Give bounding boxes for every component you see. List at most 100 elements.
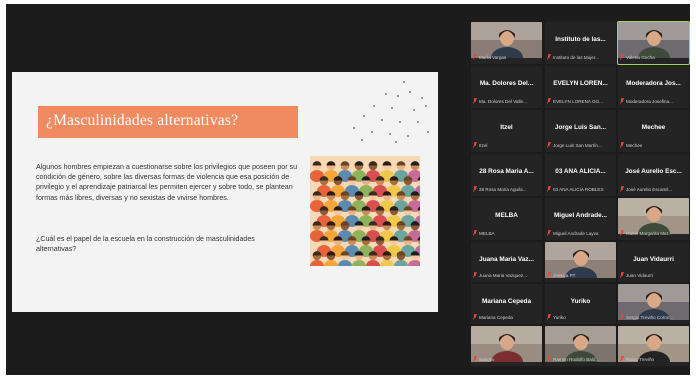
participant-gallery: María Vargas Instituto de las... Instituto…: [462, 20, 690, 366]
muted-mic-icon: [620, 98, 624, 104]
participant-name-text: José Aurelio Escamil...: [626, 187, 673, 192]
decorative-dot: [425, 105, 427, 107]
slide-body-text: Algunos hombres empiezan a cuestionarse …: [36, 163, 298, 202]
participant-name-text: Miguel Andrade Layva: [553, 231, 599, 236]
participant-tile[interactable]: Jessica PT: [545, 242, 616, 282]
decorative-dot: [397, 95, 399, 97]
participant-name-text: Yuriko: [553, 315, 566, 320]
participant-tile[interactable]: Valeria Gocha: [617, 21, 690, 65]
muted-mic-icon: [620, 356, 624, 362]
participant-name-text: Rocio Treviño: [626, 357, 655, 362]
participant-name-label: Mariana Cepeda: [473, 314, 540, 322]
decorative-dot: [373, 105, 375, 107]
muted-mic-icon: [547, 230, 551, 236]
participant-display-name: Yuriko: [570, 298, 591, 305]
participant-name-label: Ramón Rodolfo Bald...: [547, 356, 614, 364]
muted-mic-icon: [473, 314, 477, 320]
shared-slide: ¿Masculinidades alternativas? Algunos ho…: [12, 72, 438, 312]
participant-display-name: Juan Vidaurri: [633, 256, 674, 263]
participant-tile[interactable]: 03 ANA ALICIA... 03 ANA ALICIA ROBLES: [545, 154, 616, 196]
participant-name-text: MELBA: [479, 231, 495, 236]
participant-display-name: MELBA: [495, 212, 518, 219]
participant-name-text: Sandra: [479, 357, 494, 362]
participant-tile[interactable]: EVELYN LOREN... EVELYN LORENA GO...: [545, 66, 616, 108]
decorative-dot: [389, 133, 391, 135]
participant-video-feed: [618, 22, 689, 58]
participant-name-text: Mechee: [626, 143, 643, 148]
muted-mic-icon: [473, 230, 477, 236]
slide-title-band: ¿Masculinidades alternativas?: [38, 106, 298, 138]
participant-name-label: Jorge Luis San Martín...: [547, 142, 614, 150]
participant-tile[interactable]: Instituto de las... Instituto de las Muje…: [545, 22, 616, 64]
participant-name-label: Jessica PT: [547, 272, 614, 280]
muted-mic-icon: [620, 272, 624, 278]
muted-mic-icon: [547, 272, 551, 278]
participant-name-label: Yuriko: [547, 314, 614, 322]
participant-name-text: Juan Vidaurri: [626, 273, 653, 278]
participant-tile[interactable]: Itzel Itzel: [471, 110, 542, 152]
decorative-dot: [381, 119, 383, 121]
muted-mic-icon: [473, 186, 477, 192]
participant-name-text: Ma. Dolores Del Valle...: [479, 99, 527, 104]
participant-tile[interactable]: José Aurelio Esc... José Aurelio Escamil.…: [618, 154, 689, 196]
participant-name-text: Ramón Rodolfo Bald...: [553, 357, 600, 362]
participant-name-text: EVELYN LORENA GO...: [553, 99, 603, 104]
participant-tile[interactable]: MELBA MELBA: [471, 198, 542, 240]
participant-tile[interactable]: Rocio Treviño: [618, 326, 689, 366]
participant-name-label: Miguel Andrade Layva: [547, 230, 614, 238]
participant-name-label: Rocio Treviño: [620, 356, 687, 364]
participant-display-name: Itzel: [500, 124, 513, 131]
participant-tile[interactable]: María Vargas: [471, 22, 542, 64]
muted-mic-icon: [547, 54, 551, 60]
participant-name-text: Jessica PT: [553, 273, 576, 278]
muted-mic-icon: [473, 54, 477, 60]
participant-display-name: EVELYN LOREN...: [553, 80, 608, 87]
participant-tile[interactable]: Miguel Andrade... Miguel Andrade Layva: [545, 198, 616, 240]
participant-name-text: María Vargas: [479, 55, 507, 60]
decorative-dot: [413, 109, 415, 111]
muted-mic-icon: [547, 142, 551, 148]
participant-name-text: 28 Rosa Maria Aguila...: [479, 187, 527, 192]
participant-name-text: Itzel: [479, 143, 488, 148]
participant-tile[interactable]: Sergio Treviño Coron...: [618, 284, 689, 324]
participant-tile[interactable]: 28 Rosa Maria A... 28 Rosa Maria Aguila..…: [471, 154, 542, 196]
crowd-illustration: [310, 156, 420, 266]
participant-tile[interactable]: Jorge Luis San... Jorge Luis San Martín..…: [545, 110, 616, 152]
participant-display-name: Jorge Luis San...: [554, 124, 607, 131]
participant-display-name: Miguel Andrade...: [553, 212, 608, 219]
muted-mic-icon: [547, 356, 551, 362]
participant-tile[interactable]: Ma. Dolores Del... Ma. Dolores Del Valle.…: [471, 66, 542, 108]
participant-name-text: Isabel Margarita Mat...: [626, 231, 672, 236]
muted-mic-icon: [620, 314, 624, 320]
participant-tile[interactable]: Mechee Mechee: [618, 110, 689, 152]
participant-tile[interactable]: Yuriko Yuriko: [545, 284, 616, 324]
slide-question-text: ¿Cuál es el papel de la escuela en la co…: [36, 235, 255, 254]
participant-name-label: Mechee: [620, 142, 687, 150]
decorative-dot: [409, 91, 411, 93]
participant-name-text: Juana Maria Vazquez...: [479, 273, 527, 278]
muted-mic-icon: [620, 230, 624, 236]
participant-tile[interactable]: Mariana Cepeda Mariana Cepeda: [471, 284, 542, 324]
participant-name-label: 28 Rosa Maria Aguila...: [473, 186, 540, 194]
participant-name-label: Juan Vidaurri: [620, 272, 687, 280]
muted-mic-icon: [473, 272, 477, 278]
decorative-dot: [353, 127, 355, 129]
participant-tile[interactable]: Ramón Rodolfo Bald...: [545, 326, 616, 366]
participant-tile[interactable]: Juan Vidaurri Juan Vidaurri: [618, 242, 689, 282]
participant-tile[interactable]: Moderadora Jos... Moderadora Josefina...: [618, 66, 689, 108]
participant-name-label: 03 ANA ALICIA ROBLES: [547, 186, 614, 194]
muted-mic-icon: [547, 98, 551, 104]
decorative-dot: [427, 131, 429, 133]
participant-name-label: Itzel: [473, 142, 540, 150]
muted-mic-icon: [473, 98, 477, 104]
muted-mic-icon: [620, 186, 624, 192]
participant-name-text: Moderadora Josefina...: [626, 99, 673, 104]
participant-tile[interactable]: Isabel Margarita Mat...: [618, 198, 689, 240]
participant-tile[interactable]: Sandra: [471, 326, 542, 366]
decorative-dot: [417, 121, 419, 123]
participant-tile[interactable]: Juana Maria Vaz... Juana Maria Vazquez...: [471, 242, 542, 282]
participant-display-name: Moderadora Jos...: [626, 80, 681, 87]
decorative-dot: [421, 97, 423, 99]
participant-display-name: Instituto de las...: [555, 36, 606, 43]
participant-name-label: Ma. Dolores Del Valle...: [473, 98, 540, 106]
